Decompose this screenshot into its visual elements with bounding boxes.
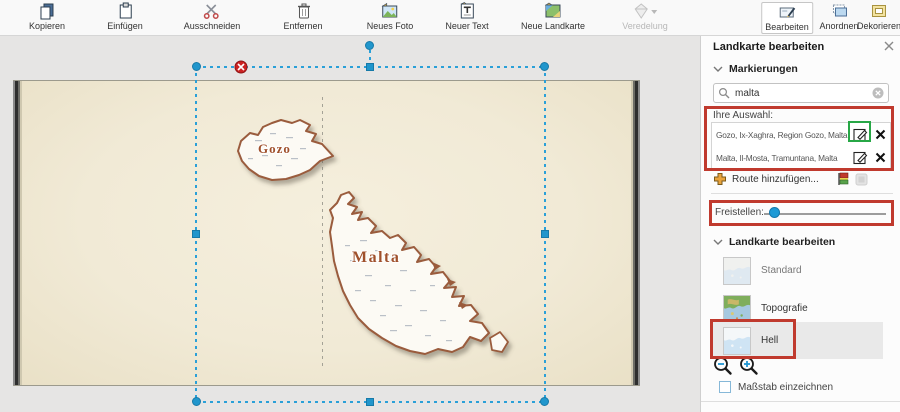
- selection-handle-mid-left[interactable]: [192, 230, 200, 238]
- selection-handle-bottom-right[interactable]: [540, 397, 549, 406]
- map-style-thumbnail-hell: [723, 327, 751, 355]
- chevron-down-icon: [713, 65, 723, 73]
- section-label: Landkarte bearbeiten: [729, 236, 835, 248]
- route-disabled-icon: [855, 173, 868, 186]
- panel-bottom-divider: [701, 401, 900, 402]
- toolbar-button-ausschneiden[interactable]: Ausschneiden: [184, 2, 241, 34]
- section-label: Markierungen: [729, 63, 798, 75]
- canvas-workspace[interactable]: Gozo Malta: [0, 36, 700, 412]
- route-flag-icon[interactable]: [836, 172, 850, 186]
- toolbar-button-label: Ausschneiden: [184, 21, 241, 31]
- scale-checkbox[interactable]: [719, 381, 731, 393]
- search-icon: [718, 87, 730, 99]
- zoom-out-icon[interactable]: [712, 356, 735, 379]
- trash-icon: [294, 2, 312, 20]
- map-style-option-standard[interactable]: Standard: [712, 252, 883, 289]
- selection-handle-top-left[interactable]: [192, 62, 201, 71]
- selection-list-item[interactable]: Malta, Il-Mosta, Tramuntana, Malta: [712, 146, 890, 169]
- gozo-island-label: Gozo: [258, 141, 291, 156]
- malta-se-islet-shape: [490, 332, 508, 352]
- toolbar-button-label: Neue Landkarte: [521, 21, 585, 31]
- toolbar-button-label: Neuer Text: [445, 21, 488, 31]
- search-input[interactable]: malta: [713, 83, 889, 103]
- toolbar-button-label: Entfernen: [283, 21, 322, 31]
- add-route-label: Route hinzufügen...: [732, 174, 819, 185]
- malta-island-shape: [330, 192, 489, 354]
- malta-island-label: Malta: [352, 249, 400, 266]
- selection-item-text: Gozo, Ix-Xaghra, Region Gozo, Malta: [716, 130, 847, 140]
- clear-icon[interactable]: [872, 87, 884, 99]
- selection-handle-bottom-center[interactable]: [366, 398, 374, 406]
- tab-label: Dekorieren: [857, 21, 900, 31]
- selection-handle-mid-right[interactable]: [541, 230, 549, 238]
- selection-handle-top-right[interactable]: [540, 62, 549, 71]
- chevron-down-icon: [713, 238, 723, 246]
- map-style-option-hell[interactable]: Hell: [712, 322, 883, 359]
- tab-label: Bearbeiten: [765, 22, 809, 32]
- panel-divider: [711, 193, 893, 194]
- toolbar-button-kopieren[interactable]: Kopieren: [29, 2, 65, 34]
- edit-pencil-icon[interactable]: [853, 150, 868, 165]
- toolbar-button-label: Neues Foto: [367, 21, 414, 31]
- freistellen-label: Freistellen:: [715, 207, 764, 218]
- toolbar-button-entfernen[interactable]: Entfernen: [283, 2, 322, 34]
- map-graphic[interactable]: Gozo Malta: [0, 36, 700, 412]
- selection-list: Gozo, Ix-Xaghra, Region Gozo, Malta Malt…: [711, 122, 891, 169]
- map-icon: [544, 2, 562, 20]
- toolbar-button-veredelung: Veredelung: [622, 2, 668, 34]
- map-style-label: Topografie: [761, 303, 808, 314]
- zoom-in-icon[interactable]: [738, 356, 761, 379]
- arrange-layers-icon: [830, 2, 848, 20]
- tab-anordnen[interactable]: Anordnen: [819, 2, 858, 34]
- tab-bearbeiten[interactable]: Bearbeiten: [761, 2, 813, 34]
- search-value: malta: [735, 88, 872, 99]
- close-icon[interactable]: [884, 41, 894, 51]
- toolbar-button-neue-landkarte[interactable]: Neue Landkarte: [521, 2, 585, 34]
- selection-list-item[interactable]: Gozo, Ix-Xaghra, Region Gozo, Malta: [712, 123, 890, 146]
- frame-icon: [870, 2, 888, 20]
- toolbar-button-label: Kopieren: [29, 21, 65, 31]
- paste-icon: [116, 2, 134, 20]
- toolbar-button-neuer-text[interactable]: Neuer Text: [445, 2, 488, 34]
- remove-x-icon[interactable]: [875, 129, 886, 140]
- photo-icon: [381, 2, 399, 20]
- map-style-thumbnail-topografie: [723, 295, 751, 323]
- selection-handle-top-center[interactable]: [366, 63, 374, 71]
- ornament-diamond-icon: [632, 2, 658, 20]
- map-style-label: Hell: [761, 335, 778, 346]
- freistellen-slider-thumb[interactable]: [769, 207, 780, 218]
- add-route-button[interactable]: Route hinzufügen...: [713, 172, 868, 186]
- selection-list-label: Ihre Auswahl:: [713, 110, 773, 121]
- rotation-handle[interactable]: [365, 41, 374, 50]
- add-plus-icon: [713, 172, 727, 186]
- panel-title: Landkarte bearbeiten: [713, 41, 824, 53]
- toolbar-button-einfuegen[interactable]: Einfügen: [107, 2, 143, 34]
- selection-item-text: Malta, Il-Mosta, Tramuntana, Malta: [716, 153, 837, 163]
- selection-handle-bottom-left[interactable]: [192, 397, 201, 406]
- side-panel: Landkarte bearbeiten Markierungen malta …: [700, 36, 900, 412]
- map-style-label: Standard: [761, 265, 802, 276]
- map-style-thumbnail-standard: [723, 257, 751, 285]
- toolbar-button-label: Veredelung: [622, 21, 668, 31]
- scissors-icon: [203, 2, 221, 20]
- remove-x-icon[interactable]: [875, 152, 886, 163]
- section-header-landkarte-bearbeiten[interactable]: Landkarte bearbeiten: [713, 236, 835, 248]
- text-icon: [458, 2, 476, 20]
- tab-label: Anordnen: [819, 21, 858, 31]
- app-window: Kopieren Einfügen Ausschneiden Entfernen…: [0, 0, 900, 412]
- toolbar-button-neues-foto[interactable]: Neues Foto: [367, 2, 414, 34]
- toolbar-button-label: Einfügen: [107, 21, 143, 31]
- scale-checkbox-row: Maßstab einzeichnen: [719, 381, 833, 393]
- edit-pencil-icon[interactable]: [853, 127, 868, 142]
- toolbar: Kopieren Einfügen Ausschneiden Entfernen…: [0, 0, 900, 36]
- scale-checkbox-label: Maßstab einzeichnen: [738, 382, 833, 393]
- delete-selection-handle[interactable]: [234, 60, 248, 74]
- copy-icon: [38, 2, 56, 20]
- freistellen-slider-track[interactable]: [764, 213, 886, 215]
- tab-dekorieren[interactable]: Dekorieren: [857, 2, 900, 34]
- section-header-markierungen[interactable]: Markierungen: [713, 63, 798, 75]
- edit-card-icon: [778, 3, 796, 21]
